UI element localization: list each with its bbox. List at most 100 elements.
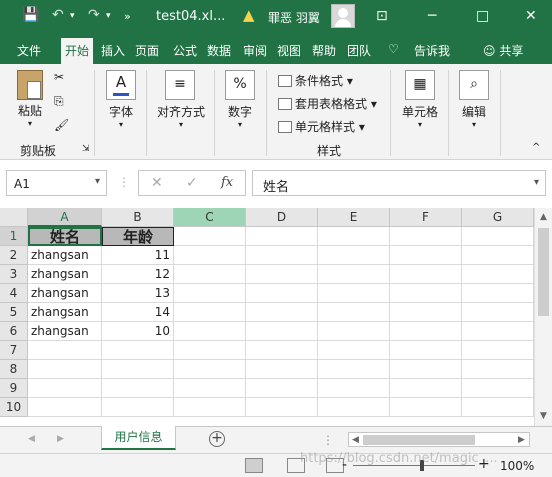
empty-cell[interactable] <box>174 303 246 322</box>
cell-b5[interactable]: 14 <box>102 303 174 322</box>
tab-home[interactable]: 开始 <box>61 38 94 64</box>
empty-cell[interactable] <box>28 360 102 379</box>
empty-cell[interactable] <box>174 246 246 265</box>
cell-b2[interactable]: 11 <box>102 246 174 265</box>
empty-cell[interactable] <box>318 322 390 341</box>
empty-cell[interactable] <box>390 246 462 265</box>
cell-b3[interactable]: 12 <box>102 265 174 284</box>
name-box[interactable]: A1 ▾ <box>6 170 107 196</box>
format-painter-icon[interactable]: 🖌 <box>54 118 69 132</box>
empty-cell[interactable] <box>246 341 318 360</box>
formula-input[interactable]: 姓名 ▾ <box>252 170 546 196</box>
zoom-level[interactable]: 100% <box>500 459 534 473</box>
empty-cell[interactable] <box>246 398 318 417</box>
empty-cell[interactable] <box>318 303 390 322</box>
table-format-button[interactable]: 套用表格格式 ▾ <box>278 95 377 112</box>
empty-cell[interactable] <box>318 360 390 379</box>
maximize-button[interactable]: □ <box>476 8 489 24</box>
row-header-2[interactable]: 2 <box>0 246 28 265</box>
empty-cell[interactable] <box>390 360 462 379</box>
collapse-ribbon-icon[interactable]: ^ <box>532 142 540 153</box>
column-header-f[interactable]: F <box>390 208 462 227</box>
empty-cell[interactable] <box>28 398 102 417</box>
column-header-g[interactable]: G <box>462 208 534 227</box>
expand-formula-icon[interactable]: ▾ <box>534 177 539 188</box>
empty-cell[interactable] <box>246 227 318 246</box>
empty-cell[interactable] <box>462 303 534 322</box>
copy-icon[interactable]: ⎘ <box>54 94 64 109</box>
empty-cell[interactable] <box>462 341 534 360</box>
row-header-1[interactable]: 1 <box>0 227 28 246</box>
tab-data[interactable]: 数据 <box>207 42 231 59</box>
undo-icon[interactable]: ↶ <box>52 7 64 23</box>
empty-cell[interactable] <box>28 341 102 360</box>
empty-cell[interactable] <box>102 341 174 360</box>
cell-a2[interactable]: zhangsan <box>28 246 102 265</box>
editing-button[interactable]: ⌕ 编辑 ▾ <box>458 70 490 129</box>
row-header-5[interactable]: 5 <box>0 303 28 322</box>
scrollbar-thumb[interactable] <box>363 435 475 445</box>
lightbulb-icon[interactable]: ♡ <box>388 42 399 56</box>
empty-cell[interactable] <box>246 284 318 303</box>
row-header-6[interactable]: 6 <box>0 322 28 341</box>
cell-a6[interactable]: zhangsan <box>28 322 102 341</box>
tell-me[interactable]: 告诉我 <box>414 42 450 59</box>
empty-cell[interactable] <box>390 379 462 398</box>
empty-cell[interactable] <box>318 246 390 265</box>
empty-cell[interactable] <box>462 227 534 246</box>
empty-cell[interactable] <box>174 398 246 417</box>
empty-cell[interactable] <box>102 379 174 398</box>
cell-b1[interactable]: 年龄 <box>102 227 174 246</box>
cell-b6[interactable]: 10 <box>102 322 174 341</box>
scroll-up-icon[interactable]: ▲ <box>540 212 547 222</box>
cut-icon[interactable]: ✂ <box>54 70 64 84</box>
empty-cell[interactable] <box>318 379 390 398</box>
empty-cell[interactable] <box>318 398 390 417</box>
alignment-button[interactable]: ≡ 对齐方式 ▾ <box>155 70 207 129</box>
scroll-left-icon[interactable]: ◀ <box>352 435 359 445</box>
empty-cell[interactable] <box>28 379 102 398</box>
number-button[interactable]: % 数字 ▾ <box>224 70 256 129</box>
empty-cell[interactable] <box>246 379 318 398</box>
empty-cell[interactable] <box>246 265 318 284</box>
scroll-right-icon[interactable]: ▶ <box>518 435 525 445</box>
empty-cell[interactable] <box>174 227 246 246</box>
paste-button[interactable]: 粘贴 ▾ <box>12 70 48 128</box>
column-header-d[interactable]: D <box>246 208 318 227</box>
chevron-down-icon[interactable]: ▾ <box>95 176 100 187</box>
empty-cell[interactable] <box>462 379 534 398</box>
row-header-3[interactable]: 3 <box>0 265 28 284</box>
next-sheet-icon[interactable]: ▶ <box>57 434 64 444</box>
cancel-icon[interactable]: ✕ <box>151 175 163 191</box>
scrollbar-thumb[interactable] <box>538 228 549 316</box>
empty-cell[interactable] <box>246 246 318 265</box>
cell-style-button[interactable]: 单元格样式 ▾ <box>278 118 365 135</box>
column-header-b[interactable]: B <box>102 208 174 227</box>
empty-cell[interactable] <box>318 227 390 246</box>
tab-help[interactable]: 帮助 <box>312 42 336 59</box>
column-header-e[interactable]: E <box>318 208 390 227</box>
empty-cell[interactable] <box>174 284 246 303</box>
add-sheet-icon[interactable]: + <box>209 431 225 447</box>
empty-cell[interactable] <box>462 246 534 265</box>
customize-toolbar-icon[interactable]: » <box>124 10 131 23</box>
empty-cell[interactable] <box>390 227 462 246</box>
tab-team[interactable]: 团队 <box>347 42 371 59</box>
empty-cell[interactable] <box>390 322 462 341</box>
empty-cell[interactable] <box>174 341 246 360</box>
redo-icon[interactable]: ↷ <box>88 7 100 23</box>
empty-cell[interactable] <box>390 303 462 322</box>
prev-sheet-icon[interactable]: ◀ <box>28 434 35 444</box>
cell-b4[interactable]: 13 <box>102 284 174 303</box>
row-header-4[interactable]: 4 <box>0 284 28 303</box>
empty-cell[interactable] <box>462 360 534 379</box>
empty-cell[interactable] <box>246 303 318 322</box>
row-header-8[interactable]: 8 <box>0 360 28 379</box>
empty-cell[interactable] <box>462 265 534 284</box>
normal-view-icon[interactable] <box>245 458 263 473</box>
cell-a3[interactable]: zhangsan <box>28 265 102 284</box>
tab-page-layout[interactable]: 页面 <box>135 42 159 59</box>
column-header-a[interactable]: A <box>28 208 102 227</box>
enter-icon[interactable]: ✓ <box>186 175 198 191</box>
font-button[interactable]: A 字体 ▾ <box>104 70 138 129</box>
